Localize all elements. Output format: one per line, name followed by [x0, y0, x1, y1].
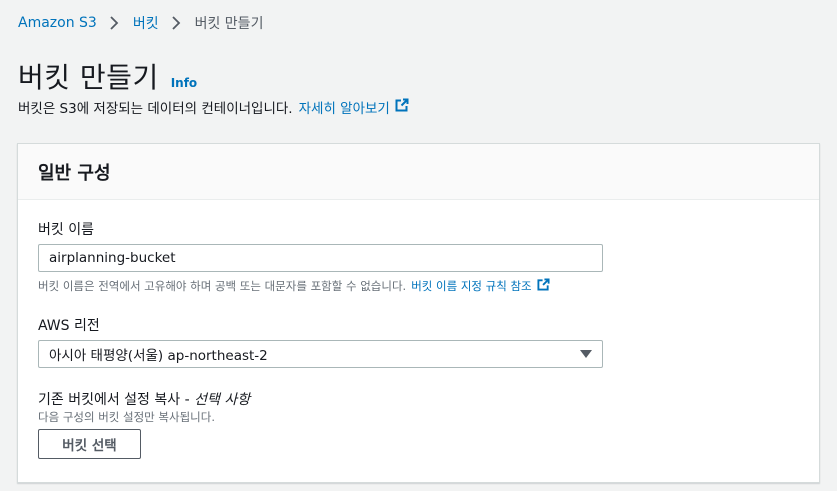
- bucket-name-input[interactable]: [38, 244, 603, 272]
- info-link[interactable]: Info: [171, 76, 197, 90]
- panel-title: 일반 구성: [38, 162, 111, 184]
- optional-label: 선택 사항: [194, 392, 251, 408]
- region-select[interactable]: 아시아 태평양(서울) ap-northeast-2: [38, 340, 603, 368]
- learn-more-label: 자세히 알아보기: [298, 101, 390, 117]
- copy-settings-label: 기존 버킷에서 설정 복사 - 선택 사항: [38, 389, 250, 409]
- chevron-right-icon: [105, 16, 127, 30]
- breadcrumb-buckets[interactable]: 버킷: [133, 13, 159, 33]
- external-link-icon: [395, 98, 409, 116]
- external-link-icon: [537, 278, 550, 294]
- caret-down-icon: [580, 350, 592, 358]
- bucket-name-hint-text: 버킷 이름은 전역에서 고유해야 하며 공백 또는 대문자를 포함할 수 없습니…: [38, 279, 407, 293]
- naming-rules-link[interactable]: 버킷 이름 지정 규칙 참조: [411, 278, 550, 294]
- breadcrumb: Amazon S3 버킷 버킷 만들기: [18, 12, 263, 34]
- description-text: 버킷은 S3에 저장되는 데이터의 컨테이너입니다.: [18, 101, 293, 117]
- panel-header: 일반 구성: [18, 144, 819, 200]
- general-configuration-panel: 일반 구성 버킷 이름 버킷 이름은 전역에서 고유해야 하며 공백 또는 대문…: [17, 143, 820, 483]
- page-header: 버킷 만들기 Info: [18, 56, 197, 96]
- region-selected-value: 아시아 태평양(서울) ap-northeast-2: [49, 348, 268, 364]
- learn-more-link[interactable]: 자세히 알아보기: [299, 97, 409, 117]
- naming-rules-label: 버킷 이름 지정 규칙 참조: [411, 279, 532, 293]
- page-description: 버킷은 S3에 저장되는 데이터의 컨테이너입니다. 자세히 알아보기: [18, 97, 409, 117]
- chevron-right-icon: [167, 16, 189, 30]
- copy-settings-hint: 다음 구성의 버킷 설정만 복사됩니다.: [38, 410, 215, 424]
- region-label: AWS 리전: [38, 318, 100, 334]
- breadcrumb-amazon-s3[interactable]: Amazon S3: [18, 15, 97, 31]
- choose-bucket-button[interactable]: 버킷 선택: [38, 429, 141, 459]
- page-title: 버킷 만들기: [18, 61, 159, 94]
- breadcrumb-current: 버킷 만들기: [194, 16, 264, 32]
- bucket-name-hint: 버킷 이름은 전역에서 고유해야 하며 공백 또는 대문자를 포함할 수 없습니…: [38, 278, 550, 294]
- copy-settings-label-text: 기존 버킷에서 설정 복사 -: [38, 392, 190, 408]
- bucket-name-label: 버킷 이름: [38, 222, 94, 238]
